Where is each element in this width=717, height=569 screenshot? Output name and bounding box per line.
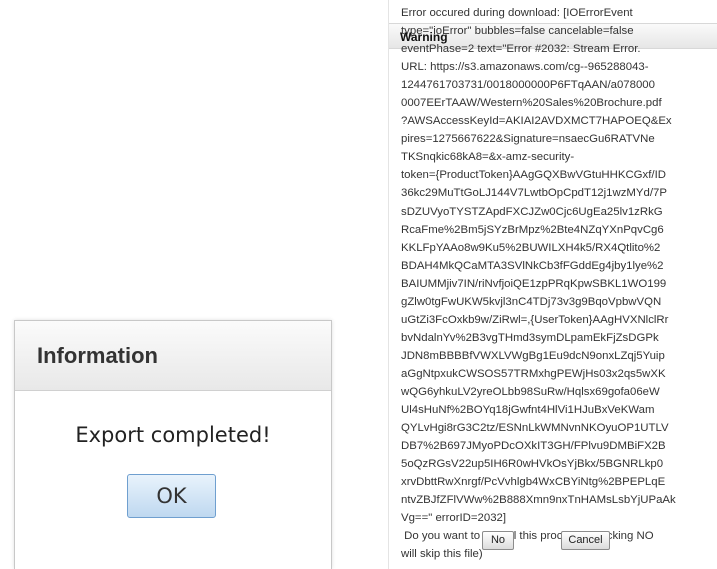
warning-message-line: ?AWSAccessKeyId=AKIAI2AVDXMCT7HAPOEQ&Ex (401, 115, 672, 128)
ok-button[interactable]: OK (127, 474, 216, 518)
warning-message-line: sDZUVyoTYSTZApdFXCJZw0Cjc6UgEa25lv1zRkG (401, 205, 663, 218)
warning-message-line: BDAH4MkQCaMTA3SVlNkCb3fFGddEg4jby1lye%2 (401, 259, 664, 272)
information-dialog-title: Information (37, 343, 158, 368)
warning-message-line: ntvZBJfZFlVWw%2B888Xmn9nxTnHAMsLsbYjUPaA… (401, 494, 676, 507)
warning-message-line: Do you want to cancel this process? (Cli… (401, 530, 654, 543)
warning-message-line: RcaFme%2Bm5jSYzBrMpz%2Bte4NZqYXnPqvCg6 (401, 223, 664, 236)
warning-dialog: Warning Error occured during download: [… (388, 0, 717, 569)
warning-message-line: xrvDbttRwXnrgf/PcVvhlgb4WxCBYiNtg%2BPEPL… (401, 476, 666, 489)
warning-message-line: 5oQzRGsV22up5IH6R0wHVkOsYjBkx/5BGNRLkp0 (401, 458, 664, 471)
warning-message-line: URL: https://s3.amazonaws.com/cg--965288… (401, 61, 649, 74)
warning-message-line: TKSnqkic68kA8=&x-amz-security- (401, 151, 575, 164)
warning-message-line: wQG6yhkuLV2yreOLbb98SuRw/Hqlsx69gofa06eW (401, 385, 660, 398)
warning-message-line: 0007EErTAAW/Western%20Sales%20Brochure.p… (401, 97, 662, 110)
information-dialog-titlebar: Information (15, 321, 331, 391)
warning-message-line: token={ProductToken}AAgGQXBwVGtuHHKCGxf/… (401, 169, 666, 182)
warning-message-line: 1244761703731/0018000000P6FTqAAN/a078000 (401, 79, 655, 92)
warning-message-line: gZlw0tgFwUKW5kvjl3nC4TDj73v3g9BqoVpbwVQN (401, 295, 662, 308)
warning-message-line: Vg==" errorID=2032] (401, 512, 507, 525)
warning-message-line: Ul4sHuNf%2BOYq18jGwfnt4HlVi1HJuBxVeKWam (401, 404, 655, 417)
warning-message-line: KKLFpYAAo8w9Ku5%2BUWILXH4k5/RX4Qtlito%2 (401, 241, 661, 254)
warning-dialog-title: Warning (400, 30, 448, 44)
warning-message-line: uGtZi3FcOxkb9w/ZiRwl=,{UserToken}AAgHVXN… (401, 313, 669, 326)
warning-message-line: bvNdalnYv%2B3vgTHmd3symDLpamEkFjZsDGPk (401, 331, 659, 344)
warning-message-line: eventPhase=2 text="Error #2032: Stream E… (401, 43, 641, 56)
warning-message-line: type="ioError" bubbles=false cancelable=… (401, 25, 634, 38)
warning-message-line: QYLvHgi8rG3C2tz/ESNnLkWMNvnNKOyuOP1UTLV (401, 422, 669, 435)
no-button[interactable]: No (482, 531, 514, 550)
information-dialog: Information Export completed! OK (14, 320, 332, 569)
warning-message-line: BAIUMMjiv7IN/riNvfjoiQE1zpPRqKpwSBKL1WO1… (401, 277, 667, 290)
warning-message-line: 36kc29MuTtGoLJ144V7LwtbOpCpdT12j1wzMYd/7… (401, 187, 667, 200)
warning-message-line: JDN8mBBBBfVWXLVWgBg1Eu9dcN9onxLZqj5Yuip (401, 349, 665, 362)
warning-message-line: Error occured during download: [IOErrorE… (401, 7, 633, 19)
export-completed-message: Export completed! (75, 423, 271, 447)
warning-message-line: aGgNtpxukCWSOS57TRMxhgPEWjHs03x2qs5wXK (401, 367, 666, 380)
cancel-button[interactable]: Cancel (561, 531, 610, 550)
warning-message-line: DB7%2B697JMyoPDcOXkIT3GH/FPlvu9DMBiFX2B (401, 440, 666, 453)
warning-message: Error occured during download: [IOErrorE… (401, 4, 717, 563)
warning-message-line: will skip this file) (401, 548, 483, 561)
warning-message-line: pires=1275667622&Signature=nsaecGu6RATVN… (401, 133, 655, 146)
